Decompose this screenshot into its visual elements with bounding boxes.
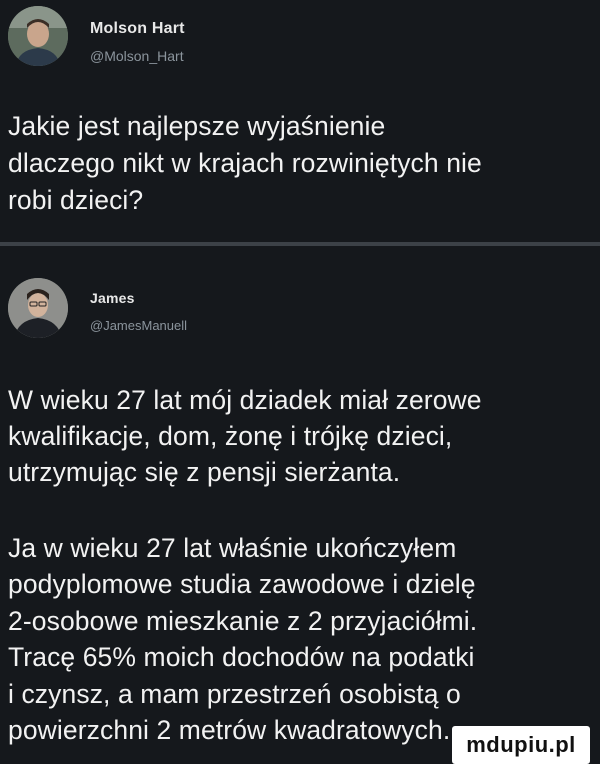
tweet-paragraph-2: Ja w wieku 27 lat właśnie ukończyłem pod… xyxy=(8,533,478,746)
tweet-james: James @JamesManuell W wieku 27 lat mój d… xyxy=(0,250,600,764)
author-name[interactable]: Molson Hart xyxy=(90,20,185,38)
tweet-text: Jakie jest najlepsze wyjaśnienie dlaczeg… xyxy=(8,111,482,215)
user-photo-icon xyxy=(8,6,68,66)
site-watermark: mdupiu.pl xyxy=(452,726,590,764)
avatar-molson-hart[interactable] xyxy=(8,6,68,66)
tweet-divider xyxy=(0,242,600,246)
user-photo-icon xyxy=(8,278,68,338)
author-handle[interactable]: @JamesManuell xyxy=(90,318,187,333)
author-handle[interactable]: @Molson_Hart xyxy=(90,48,184,64)
tweet-molson-hart: Molson Hart @Molson_Hart Jakie jest najl… xyxy=(0,0,600,240)
avatar-james[interactable] xyxy=(8,278,68,338)
tweet-paragraph-1: W wieku 27 lat mój dziadek miał zerowe k… xyxy=(8,385,482,487)
author-name[interactable]: James xyxy=(90,290,135,306)
